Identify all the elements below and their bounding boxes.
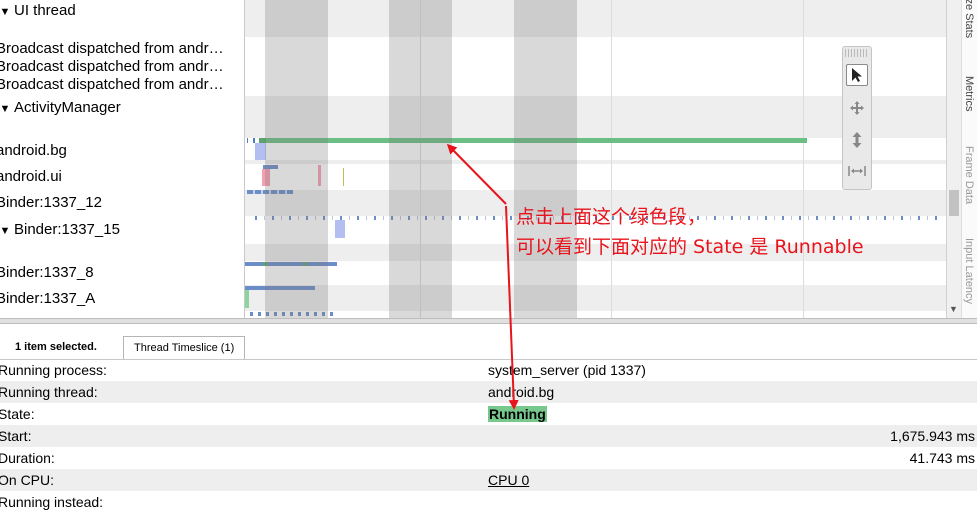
thread-label-activitymanager[interactable]: ▼ ActivityManager <box>0 99 240 118</box>
details-row-start: Start: 1,675.943 ms <box>0 425 977 447</box>
select-tool-icon[interactable] <box>846 64 868 86</box>
details-value: 41.743 ms <box>909 450 975 466</box>
details-row-state: State: Running <box>0 403 977 425</box>
thread-slice[interactable] <box>247 138 248 143</box>
track-row-bg <box>245 96 946 138</box>
timing-tool-icon[interactable] <box>846 160 868 182</box>
panel-resize-handle[interactable] <box>0 318 977 324</box>
details-row-thread: Running thread: android.bg <box>0 381 977 403</box>
track-row-bg <box>245 285 946 311</box>
thread-slice[interactable] <box>343 168 344 186</box>
selection-details-table: Running process: system_server (pid 1337… <box>0 359 977 513</box>
expand-triangle-icon[interactable]: ▼ <box>0 3 14 21</box>
details-key: State: <box>0 406 35 422</box>
selection-count: 1 item selected. <box>15 341 97 353</box>
pan-tool-icon[interactable] <box>846 97 868 119</box>
details-key: Running process: <box>0 362 107 378</box>
details-key: On CPU: <box>0 472 55 488</box>
vertical-scrollbar[interactable]: ▼ <box>946 0 961 318</box>
analysis-tab-bar: 1 item selected. Thread Timeslice (1) <box>0 327 977 360</box>
grid-line <box>803 0 804 318</box>
thread-label-android-ui[interactable]: android.ui <box>0 168 240 186</box>
expand-triangle-icon[interactable]: ▼ <box>0 222 14 240</box>
thread-label-broadcast-3[interactable]: Broadcast dispatched from andr… <box>0 76 240 94</box>
thread-label-column: ▼ UI thread Broadcast dispatched from and… <box>0 0 244 318</box>
thread-label-broadcast-1[interactable]: Broadcast dispatched from andr… <box>0 40 240 58</box>
details-key: Running thread: <box>0 384 98 400</box>
highlight-range <box>514 0 577 318</box>
scrollbar-thumb[interactable] <box>949 190 959 216</box>
details-key: Running instead: <box>0 494 104 510</box>
highlight-range <box>265 0 328 318</box>
grid-line <box>611 0 612 318</box>
expand-triangle-icon[interactable]: ▼ <box>0 100 14 118</box>
palette-drag-handle[interactable] <box>845 49 869 57</box>
side-tab-size-stats[interactable]: ize Stats <box>963 0 975 38</box>
cpu-link[interactable]: CPU 0 <box>488 469 529 491</box>
state-badge: Running <box>488 406 547 422</box>
highlight-range <box>389 0 452 318</box>
details-key: Start: <box>0 428 32 444</box>
details-row-running-instead: Running instead: <box>0 491 977 513</box>
side-tab-input-latency[interactable]: Input Latency <box>963 238 975 304</box>
details-row-process: Running process: system_server (pid 1337… <box>0 359 977 381</box>
tab-thread-timeslice[interactable]: Thread Timeslice (1) <box>123 336 246 359</box>
side-tab-metrics[interactable]: Metrics <box>963 76 975 111</box>
thread-label-binder-12[interactable]: Binder:1337_12 <box>0 194 240 212</box>
side-tab-strip: ize Stats Metrics Frame Data Input Laten… <box>961 0 977 318</box>
mouse-mode-palette <box>842 46 872 190</box>
details-value: system_server (pid 1337) <box>488 362 646 378</box>
thread-slice[interactable] <box>335 220 345 238</box>
thread-label-broadcast-2[interactable]: Broadcast dispatched from andr… <box>0 58 240 76</box>
details-key: Duration: <box>0 450 55 466</box>
details-row-duration: Duration: 41.743 ms <box>0 447 977 469</box>
zoom-tool-icon[interactable] <box>846 129 868 151</box>
details-row-cpu: On CPU: CPU 0 <box>0 469 977 491</box>
thread-slice[interactable] <box>245 290 249 308</box>
track-row-bg <box>245 0 946 37</box>
timeline-track-area[interactable] <box>245 0 946 318</box>
side-tab-frame-data[interactable]: Frame Data <box>963 146 975 204</box>
thread-label-android-bg[interactable]: android.bg <box>0 142 240 160</box>
annotation-line-1: 点击上面这个绿色段， <box>516 206 707 228</box>
thread-label-binder-15[interactable]: ▼ Binder:1337_15 <box>0 221 240 240</box>
thread-label-binder-8[interactable]: Binder:1337_8 <box>0 264 240 282</box>
details-value: 1,675.943 ms <box>890 428 975 444</box>
scroll-down-arrow-icon[interactable]: ▼ <box>949 304 958 314</box>
thread-label-ui-thread[interactable]: ▼ UI thread <box>0 2 240 21</box>
annotation-text: 点击上面这个绿色段， 可以看到下面对应的 State 是 Runnable <box>516 202 864 262</box>
details-value: android.bg <box>488 384 555 400</box>
thread-label-binder-a[interactable]: Binder:1337_A <box>0 290 240 308</box>
track-row-bg <box>245 160 946 164</box>
annotation-line-2: 可以看到下面对应的 State 是 Runnable <box>516 236 864 258</box>
